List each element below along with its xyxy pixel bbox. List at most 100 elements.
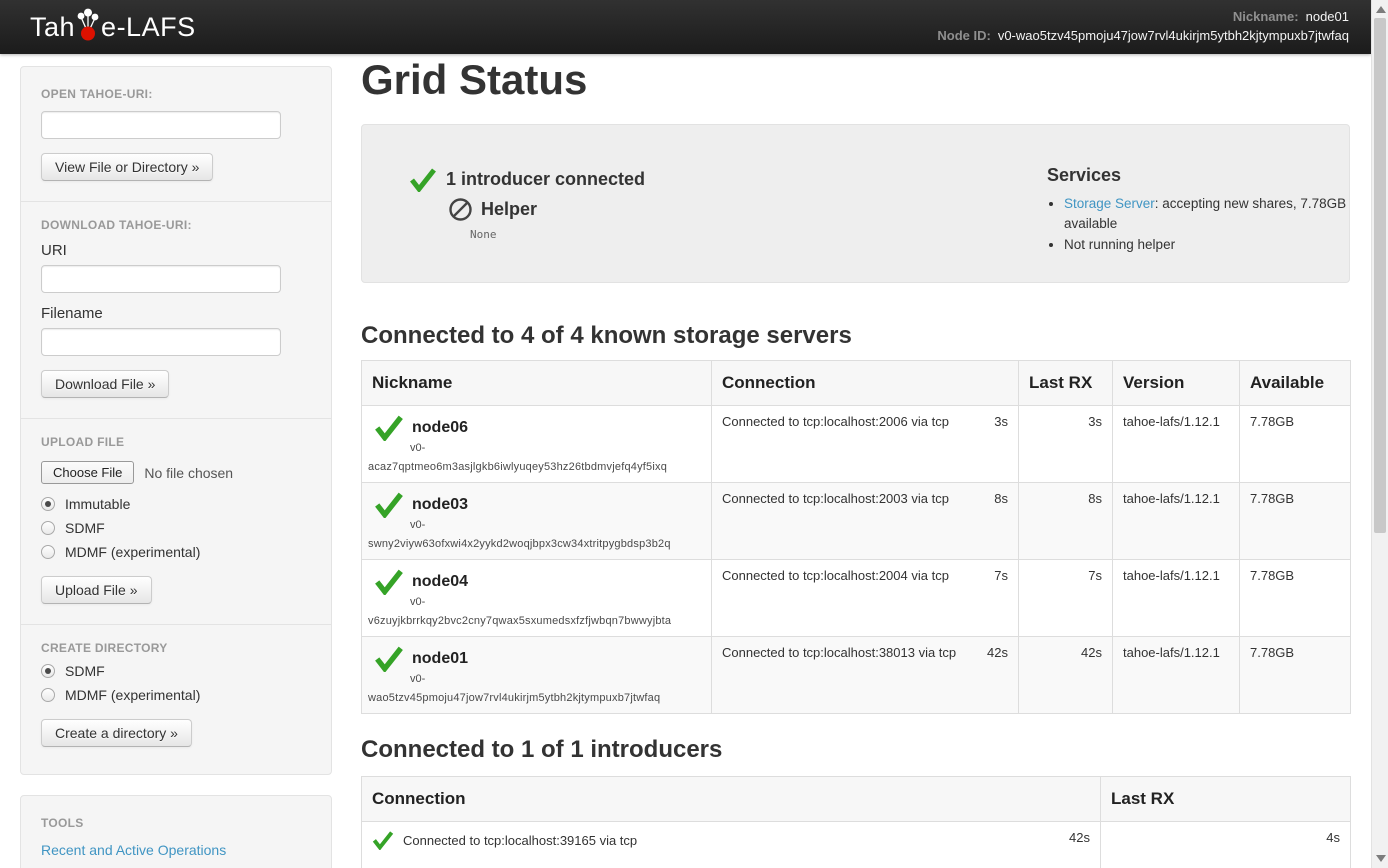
connection-text: Connected to tcp:localhost:38013 via tcp (722, 645, 956, 660)
introducer-status: 1 introducer connected (409, 167, 645, 192)
choose-file-button[interactable]: Choose File (41, 461, 134, 484)
green-check-icon (374, 645, 404, 672)
page: Tah e-LAFS Nickname: node01 Node ID: v0-… (0, 0, 1388, 868)
col-version: Version (1113, 361, 1240, 406)
server-id-prefix: v0- (410, 596, 701, 608)
radio-dot-icon (41, 521, 55, 535)
introducers-heading: Connected to 1 of 1 introducers (361, 736, 722, 764)
nickname-cell: node06 v0- acaz7qptmeo6m3asjlgkb6iwlyuqe… (362, 406, 712, 483)
available-cell: 7.78GB (1240, 560, 1351, 637)
version-cell: tahoe-lafs/1.12.1 (1113, 637, 1240, 714)
connection-cell: Connected to tcp:localhost:39165 via tcp… (362, 822, 1101, 868)
download-filename-input[interactable] (41, 328, 281, 356)
green-check-icon (374, 414, 404, 441)
radio-dir-mdmf[interactable]: MDMF (experimental) (41, 687, 311, 703)
uri-label: URI (41, 242, 311, 259)
download-heading: DOWNLOAD TAHOE-URI: (41, 218, 311, 232)
radio-upload-mdmf[interactable]: MDMF (experimental) (41, 544, 311, 560)
version-cell: tahoe-lafs/1.12.1 (1113, 560, 1240, 637)
app-logo[interactable]: Tah e-LAFS (30, 8, 196, 43)
col-connection: Connection (712, 361, 1019, 406)
nickname-cell: node03 v0- swny2viyw63ofxwi4x2yykd2woqjb… (362, 483, 712, 560)
introducer-table-header-row: Connection Last RX (362, 777, 1351, 822)
open-uri-input[interactable] (41, 111, 281, 139)
radio-dot-icon (41, 664, 55, 678)
green-check-icon (409, 167, 437, 192)
introducer-status-text: 1 introducer connected (446, 169, 645, 190)
server-nickname: node01 (412, 650, 468, 668)
server-nickname: node06 (412, 419, 468, 437)
available-cell: 7.78GB (1240, 483, 1351, 560)
last-rx-cell: 8s (1019, 483, 1113, 560)
open-uri-section: OPEN TAHOE-URI: View File or Directory » (21, 67, 331, 201)
nickname-cell: node01 v0- wao5tzv45pmoju47jow7rvl4ukirj… (362, 637, 712, 714)
available-cell: 7.78GB (1240, 637, 1351, 714)
green-check-icon (374, 568, 404, 595)
introducers-table: Connection Last RX Connected to tcp:loca… (361, 776, 1351, 868)
radio-immutable-label: Immutable (65, 496, 130, 512)
scroll-down-icon[interactable] (1376, 855, 1386, 862)
storage-row-node04: node04 v0- v6zuyjkbrrkqy2bvc2cny7qwax5sx… (362, 560, 1351, 637)
helper-status: Helper (448, 197, 537, 222)
server-id-hash: swny2viyw63ofxwi4x2yykd2woqjbpx3cw34xtri… (368, 538, 701, 550)
radio-dir-sdmf[interactable]: SDMF (41, 663, 311, 679)
scroll-up-icon[interactable] (1376, 6, 1386, 13)
download-file-button[interactable]: Download File » (41, 370, 169, 398)
radio-immutable[interactable]: Immutable (41, 496, 311, 512)
vertical-scrollbar[interactable] (1371, 0, 1388, 868)
circle-slash-icon (448, 197, 473, 222)
nickname-value: node01 (1306, 7, 1349, 26)
server-nickname: node04 (412, 573, 468, 591)
node-id-value: v0-wao5tzv45pmoju47jow7rvl4ukirjm5ytbh2k… (998, 26, 1349, 45)
col-last-rx: Last RX (1101, 777, 1351, 822)
available-cell: 7.78GB (1240, 406, 1351, 483)
server-id-prefix: v0- (410, 673, 701, 685)
create-directory-section: CREATE DIRECTORY SDMF MDMF (experimental… (21, 625, 331, 767)
scrollbar-thumb[interactable] (1374, 18, 1386, 533)
server-id-prefix: v0- (410, 519, 701, 531)
col-last-rx: Last RX (1019, 361, 1113, 406)
logo-text-right: e-LAFS (101, 12, 196, 43)
last-rx-cell: 3s (1019, 406, 1113, 483)
server-nickname: node03 (412, 496, 468, 514)
green-check-icon (372, 830, 394, 850)
page-title: Grid Status (361, 56, 587, 104)
sidebar-forms-panel: OPEN TAHOE-URI: View File or Directory »… (20, 66, 332, 775)
upload-file-button[interactable]: Upload File » (41, 576, 152, 604)
server-id-hash: acaz7qptmeo6m3asjlgkb6iwlyuqey53hz26tbdm… (368, 461, 701, 473)
connection-text: Connected to tcp:localhost:2004 via tcp (722, 568, 949, 583)
connection-time: 3s (994, 414, 1008, 429)
sidebar-tools-panel: TOOLS Recent and Active Operations (20, 795, 332, 868)
connection-text: Connected to tcp:localhost:39165 via tcp (403, 833, 637, 848)
version-cell: tahoe-lafs/1.12.1 (1113, 483, 1240, 560)
tools-heading: TOOLS (41, 816, 311, 830)
download-uri-input[interactable] (41, 265, 281, 293)
last-rx-cell: 4s (1101, 822, 1351, 868)
col-connection: Connection (362, 777, 1101, 822)
radio-dir-mdmf-label: MDMF (experimental) (65, 687, 200, 703)
node-id-label: Node ID: (937, 26, 990, 45)
storage-table-header-row: Nickname Connection Last RX Version Avai… (362, 361, 1351, 406)
view-file-button[interactable]: View File or Directory » (41, 153, 213, 181)
connection-time: 42s (1069, 830, 1090, 845)
connection-time: 7s (994, 568, 1008, 583)
recent-operations-link[interactable]: Recent and Active Operations (41, 842, 226, 858)
top-navbar: Tah e-LAFS Nickname: node01 Node ID: v0-… (0, 0, 1371, 54)
download-section: DOWNLOAD TAHOE-URI: URI Filename Downloa… (21, 202, 331, 418)
radio-dot-icon (41, 545, 55, 559)
node-id-row: Node ID: v0-wao5tzv45pmoju47jow7rvl4ukir… (937, 26, 1349, 45)
storage-servers-heading: Connected to 4 of 4 known storage server… (361, 322, 852, 350)
create-directory-button[interactable]: Create a directory » (41, 719, 192, 747)
connection-cell: Connected to tcp:localhost:2006 via tcp 3… (712, 406, 1019, 483)
upload-section: UPLOAD FILE Choose File No file chosen I… (21, 419, 331, 624)
radio-upload-mdmf-label: MDMF (experimental) (65, 544, 200, 560)
connection-cell: Connected to tcp:localhost:2003 via tcp8… (712, 483, 1019, 560)
connection-time: 42s (987, 645, 1008, 660)
connection-text: Connected to tcp:localhost:2006 via tcp (722, 414, 949, 429)
server-id-hash: wao5tzv45pmoju47jow7rvl4ukirjm5ytbh2kjty… (368, 692, 701, 704)
storage-server-link[interactable]: Storage Server (1064, 196, 1155, 211)
nickname-label: Nickname: (1233, 7, 1299, 26)
radio-upload-sdmf[interactable]: SDMF (41, 520, 311, 536)
green-check-icon (374, 491, 404, 518)
introducer-row: Connected to tcp:localhost:39165 via tcp… (362, 822, 1351, 868)
